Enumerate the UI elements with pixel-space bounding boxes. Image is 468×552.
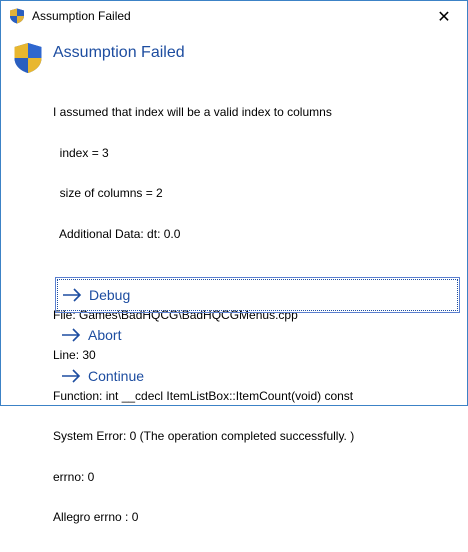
message-line: System Error: 0 (The operation completed… — [53, 429, 355, 443]
message-line: index = 3 — [53, 145, 109, 160]
uac-shield-icon — [10, 8, 24, 24]
continue-button[interactable]: Continue — [55, 358, 460, 394]
close-icon: ✕ — [437, 8, 451, 26]
message-line: errno: 0 — [53, 469, 95, 484]
arrow-right-icon — [62, 328, 81, 342]
dialog-window: Assumption Failed ✕ Assumption Failed I … — [0, 0, 468, 524]
debug-button-label: Debug — [89, 287, 131, 303]
abort-button-label: Abort — [88, 327, 122, 343]
message-line: I assumed that index will be a valid ind… — [53, 105, 332, 119]
close-button[interactable]: ✕ — [421, 1, 467, 32]
message-line: size of columns = 2 — [53, 186, 163, 200]
message-text: I assumed that index will be a valid ind… — [53, 79, 354, 552]
continue-button-label: Continue — [88, 368, 145, 384]
message-line: Allegro errno : 0 — [53, 510, 139, 524]
arrow-right-icon — [62, 369, 81, 383]
message-line: Additional Data: dt: 0.0 — [53, 226, 181, 241]
abort-button[interactable]: Abort — [55, 317, 460, 353]
window-title: Assumption Failed — [32, 9, 131, 23]
title-bar[interactable]: Assumption Failed ✕ — [1, 1, 467, 32]
arrow-right-icon — [63, 288, 82, 302]
dialog-heading: Assumption Failed — [53, 44, 185, 61]
uac-shield-icon — [14, 43, 42, 73]
debug-button[interactable]: Debug — [55, 277, 460, 313]
